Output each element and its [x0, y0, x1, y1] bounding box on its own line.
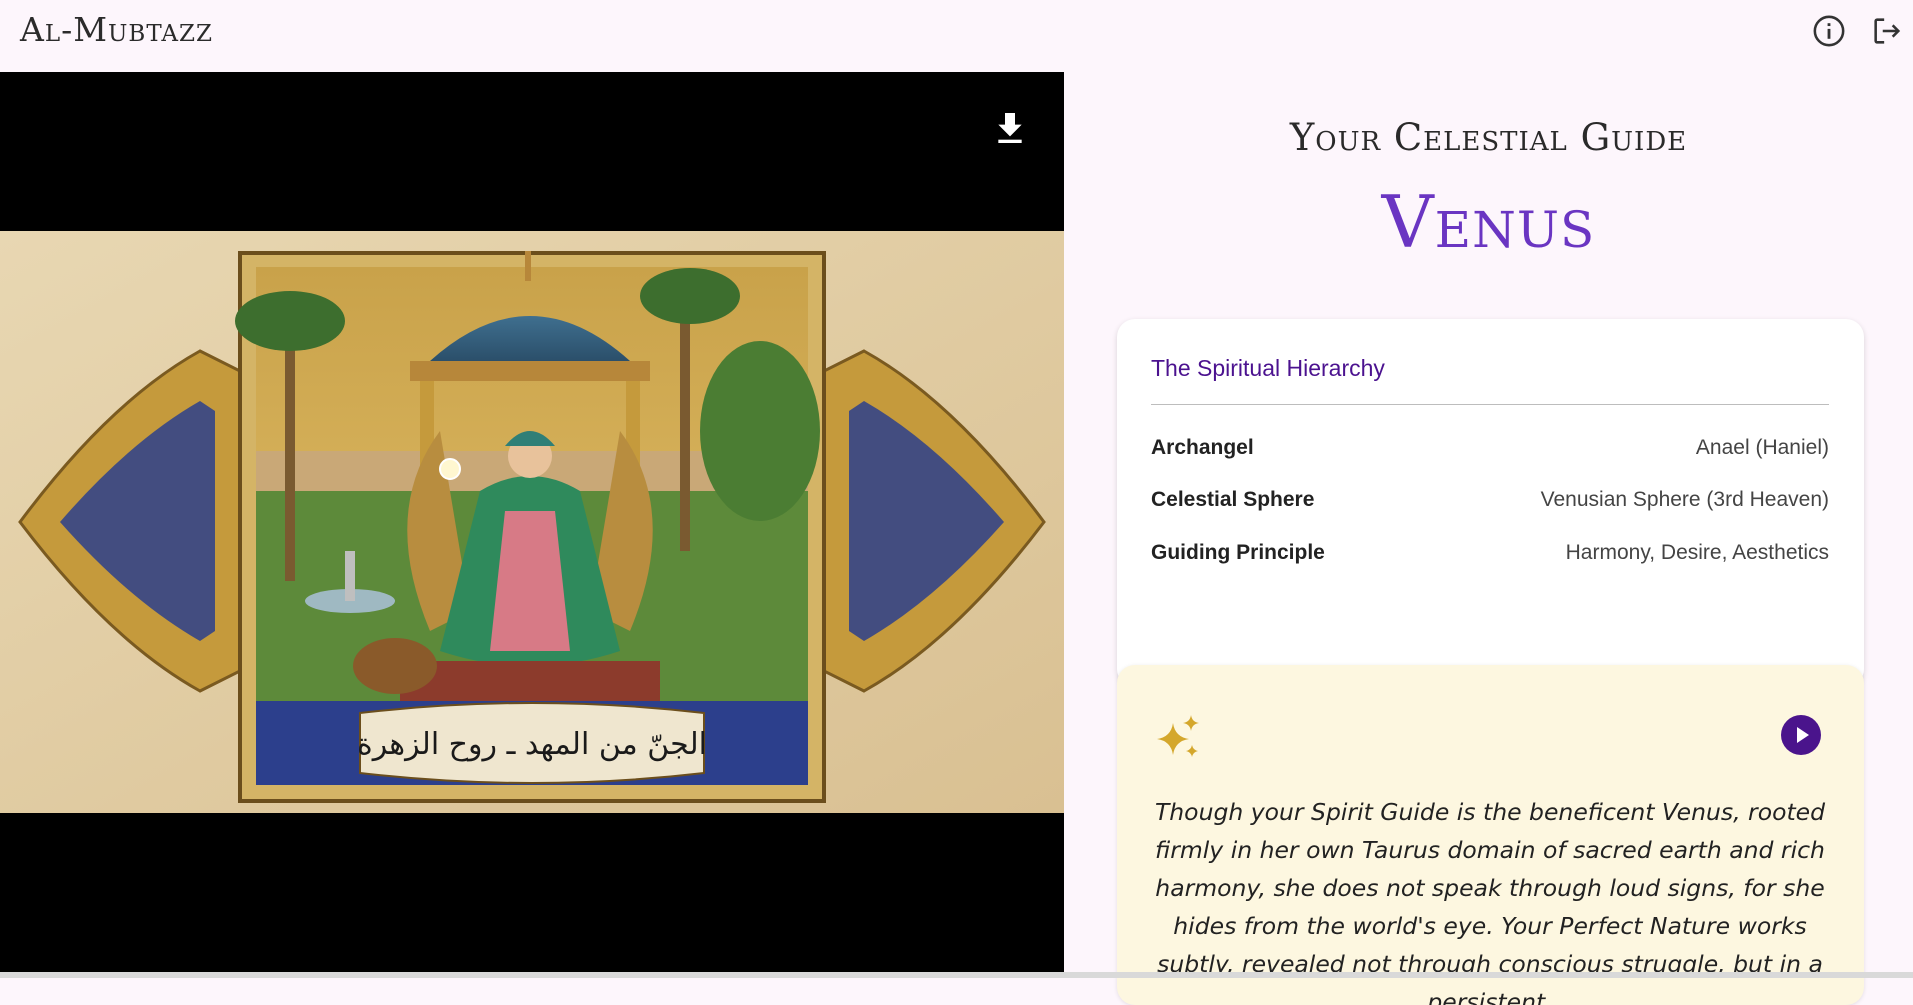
app-brand[interactable]: Al-Mubtazz — [20, 10, 213, 49]
hierarchy-label: Guiding Principle — [1151, 541, 1325, 564]
top-bar: Al-Mubtazz — [0, 0, 1913, 72]
info-icon[interactable] — [1812, 14, 1846, 48]
hierarchy-row-guiding-principle: Guiding Principle Harmony, Desire, Aesth… — [1151, 541, 1829, 571]
hierarchy-label: Archangel — [1151, 436, 1254, 459]
planet-name: Venus — [1381, 180, 1596, 264]
image-viewer: الجنّ من المهد ـ روح الزهرة — [0, 72, 1064, 978]
hierarchy-value: Anael (Haniel) — [1695, 436, 1829, 459]
spirit-guide-artwork: الجنّ من المهد ـ روح الزهرة — [0, 231, 1064, 813]
guide-heading: Your Celestial Guide — [1289, 116, 1688, 159]
spiritual-hierarchy-card: The Spiritual Hierarchy Archangel Anael … — [1117, 319, 1864, 687]
guide-panel: Your Celestial Guide Venus The Spiritual… — [1064, 72, 1913, 1005]
sparkles-icon — [1157, 715, 1199, 757]
hierarchy-row-archangel: Archangel Anael (Haniel) — [1151, 436, 1829, 466]
play-icon — [1797, 727, 1809, 743]
divider — [1151, 404, 1829, 405]
hierarchy-label: Celestial Sphere — [1151, 488, 1315, 511]
logout-icon[interactable] — [1870, 14, 1904, 48]
guide-message-card: Though your Spirit Guide is the benefice… — [1117, 665, 1864, 1005]
bottom-scrollbar[interactable] — [0, 972, 1913, 978]
hierarchy-title: The Spiritual Hierarchy — [1151, 355, 1385, 381]
artwork-caption: الجنّ من المهد ـ روح الزهرة — [357, 727, 707, 762]
play-audio-button[interactable] — [1781, 715, 1821, 755]
hierarchy-row-celestial-sphere: Celestial Sphere Venusian Sphere (3rd He… — [1151, 488, 1829, 518]
download-icon[interactable] — [990, 108, 1030, 148]
hierarchy-value: Harmony, Desire, Aesthetics — [1565, 541, 1829, 564]
hierarchy-value: Venusian Sphere (3rd Heaven) — [1540, 488, 1829, 511]
